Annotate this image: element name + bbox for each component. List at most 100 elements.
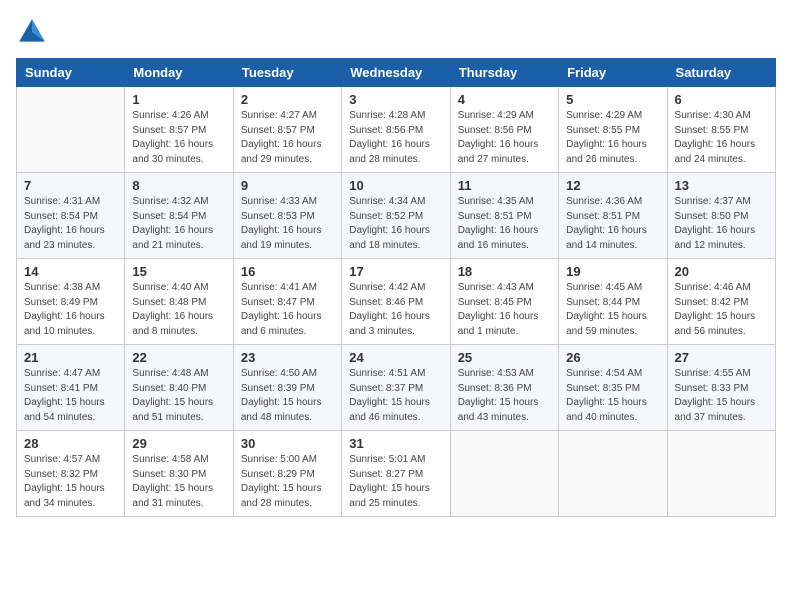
day-number: 6 (675, 92, 768, 107)
day-number: 26 (566, 350, 659, 365)
day-number: 22 (132, 350, 225, 365)
day-number: 4 (458, 92, 551, 107)
day-number: 19 (566, 264, 659, 279)
day-number: 30 (241, 436, 334, 451)
calendar-week-5: 28Sunrise: 4:57 AM Sunset: 8:32 PM Dayli… (17, 431, 776, 517)
day-number: 3 (349, 92, 442, 107)
calendar-cell: 25 Sunrise: 4:53 AM Sunset: 8:36 PM Dayli… (450, 345, 558, 431)
column-header-saturday: Saturday (667, 59, 775, 87)
day-number: 9 (241, 178, 334, 193)
day-number: 23 (241, 350, 334, 365)
day-number: 10 (349, 178, 442, 193)
day-info: Sunrise: 4:28 AM Sunset: 8:56 PM Dayligh… (349, 109, 442, 167)
day-info: Sunrise: 4:30 AM Sunset: 8:55 PM Dayligh… (675, 109, 768, 167)
calendar-cell: 18Sunrise: 4:43 AM Sunset: 8:45 PM Dayli… (450, 259, 558, 345)
day-info: Sunrise: 4:54 AM Sunset: 8:35 PM Dayligh… (566, 367, 659, 425)
column-header-monday: Monday (125, 59, 233, 87)
calendar-cell: 5 Sunrise: 4:29 AM Sunset: 8:55 PM Daylig… (559, 87, 667, 173)
calendar-cell: 1 Sunrise: 4:26 AM Sunset: 8:57 PM Daylig… (125, 87, 233, 173)
day-number: 27 (675, 350, 768, 365)
day-number: 5 (566, 92, 659, 107)
calendar-cell (559, 431, 667, 517)
calendar-cell: 16Sunrise: 4:41 AM Sunset: 8:47 PM Dayli… (233, 259, 341, 345)
calendar-cell: 17 Sunrise: 4:42 AM Sunset: 8:46 PM Dayli… (342, 259, 450, 345)
calendar-cell: 29 Sunrise: 4:58 AM Sunset: 8:30 PM Dayli… (125, 431, 233, 517)
column-header-tuesday: Tuesday (233, 59, 341, 87)
calendar-table: SundayMondayTuesdayWednesdayThursdayFrid… (16, 58, 776, 517)
calendar-cell: 26 Sunrise: 4:54 AM Sunset: 8:35 PM Dayli… (559, 345, 667, 431)
calendar-cell: 22 Sunrise: 4:48 AM Sunset: 8:40 PM Dayli… (125, 345, 233, 431)
day-number: 13 (675, 178, 768, 193)
calendar-cell: 13 Sunrise: 4:37 AM Sunset: 8:50 PM Dayli… (667, 173, 775, 259)
calendar-cell: 9 Sunrise: 4:33 AM Sunset: 8:53 PM Daylig… (233, 173, 341, 259)
day-info: Sunrise: 4:38 AM Sunset: 8:49 PM Dayligh… (24, 281, 117, 339)
day-number: 1 (132, 92, 225, 107)
day-info: Sunrise: 4:33 AM Sunset: 8:53 PM Dayligh… (241, 195, 334, 253)
day-info: Sunrise: 4:50 AM Sunset: 8:39 PM Dayligh… (241, 367, 334, 425)
calendar-cell: 10 Sunrise: 4:34 AM Sunset: 8:52 PM Dayli… (342, 173, 450, 259)
day-number: 17 (349, 264, 442, 279)
day-number: 15 (132, 264, 225, 279)
calendar-cell: 24 Sunrise: 4:51 AM Sunset: 8:37 PM Dayli… (342, 345, 450, 431)
day-number: 20 (675, 264, 768, 279)
calendar-cell: 14Sunrise: 4:38 AM Sunset: 8:49 PM Dayli… (17, 259, 125, 345)
calendar-cell: 21 Sunrise: 4:47 AM Sunset: 8:41 PM Dayli… (17, 345, 125, 431)
calendar-cell (17, 87, 125, 173)
day-info: Sunrise: 4:31 AM Sunset: 8:54 PM Dayligh… (24, 195, 117, 253)
column-header-friday: Friday (559, 59, 667, 87)
calendar-week-2: 7Sunrise: 4:31 AM Sunset: 8:54 PM Daylig… (17, 173, 776, 259)
calendar-cell: 30 Sunrise: 5:00 AM Sunset: 8:29 PM Dayli… (233, 431, 341, 517)
day-info: Sunrise: 4:48 AM Sunset: 8:40 PM Dayligh… (132, 367, 225, 425)
column-header-thursday: Thursday (450, 59, 558, 87)
day-info: Sunrise: 4:47 AM Sunset: 8:41 PM Dayligh… (24, 367, 117, 425)
column-header-sunday: Sunday (17, 59, 125, 87)
calendar-cell: 28Sunrise: 4:57 AM Sunset: 8:32 PM Dayli… (17, 431, 125, 517)
day-info: Sunrise: 4:41 AM Sunset: 8:47 PM Dayligh… (241, 281, 334, 339)
day-number: 25 (458, 350, 551, 365)
day-number: 8 (132, 178, 225, 193)
calendar-cell: 27 Sunrise: 4:55 AM Sunset: 8:33 PM Dayli… (667, 345, 775, 431)
day-info: Sunrise: 4:40 AM Sunset: 8:48 PM Dayligh… (132, 281, 225, 339)
day-number: 11 (458, 178, 551, 193)
day-info: Sunrise: 4:58 AM Sunset: 8:30 PM Dayligh… (132, 453, 225, 511)
day-info: Sunrise: 4:32 AM Sunset: 8:54 PM Dayligh… (132, 195, 225, 253)
day-info: Sunrise: 5:00 AM Sunset: 8:29 PM Dayligh… (241, 453, 334, 511)
day-info: Sunrise: 4:37 AM Sunset: 8:50 PM Dayligh… (675, 195, 768, 253)
day-number: 28 (24, 436, 117, 451)
calendar-cell: 8 Sunrise: 4:32 AM Sunset: 8:54 PM Daylig… (125, 173, 233, 259)
day-info: Sunrise: 4:51 AM Sunset: 8:37 PM Dayligh… (349, 367, 442, 425)
day-info: Sunrise: 4:53 AM Sunset: 8:36 PM Dayligh… (458, 367, 551, 425)
logo-icon (16, 16, 48, 48)
day-info: Sunrise: 4:29 AM Sunset: 8:56 PM Dayligh… (458, 109, 551, 167)
day-info: Sunrise: 5:01 AM Sunset: 8:27 PM Dayligh… (349, 453, 442, 511)
day-number: 21 (24, 350, 117, 365)
day-info: Sunrise: 4:34 AM Sunset: 8:52 PM Dayligh… (349, 195, 442, 253)
day-number: 31 (349, 436, 442, 451)
day-number: 29 (132, 436, 225, 451)
day-info: Sunrise: 4:26 AM Sunset: 8:57 PM Dayligh… (132, 109, 225, 167)
calendar-cell: 3 Sunrise: 4:28 AM Sunset: 8:56 PM Daylig… (342, 87, 450, 173)
column-header-wednesday: Wednesday (342, 59, 450, 87)
day-number: 2 (241, 92, 334, 107)
calendar-cell: 20 Sunrise: 4:46 AM Sunset: 8:42 PM Dayli… (667, 259, 775, 345)
calendar-week-1: 1 Sunrise: 4:26 AM Sunset: 8:57 PM Daylig… (17, 87, 776, 173)
day-info: Sunrise: 4:27 AM Sunset: 8:57 PM Dayligh… (241, 109, 334, 167)
day-info: Sunrise: 4:46 AM Sunset: 8:42 PM Dayligh… (675, 281, 768, 339)
calendar-cell: 2 Sunrise: 4:27 AM Sunset: 8:57 PM Daylig… (233, 87, 341, 173)
page-header (16, 16, 776, 48)
day-info: Sunrise: 4:29 AM Sunset: 8:55 PM Dayligh… (566, 109, 659, 167)
calendar-header-row: SundayMondayTuesdayWednesdayThursdayFrid… (17, 59, 776, 87)
calendar-cell: 23 Sunrise: 4:50 AM Sunset: 8:39 PM Dayli… (233, 345, 341, 431)
calendar-cell (667, 431, 775, 517)
logo (16, 16, 52, 48)
calendar-cell: 12Sunrise: 4:36 AM Sunset: 8:51 PM Dayli… (559, 173, 667, 259)
day-info: Sunrise: 4:45 AM Sunset: 8:44 PM Dayligh… (566, 281, 659, 339)
day-number: 24 (349, 350, 442, 365)
calendar-cell: 31 Sunrise: 5:01 AM Sunset: 8:27 PM Dayli… (342, 431, 450, 517)
day-info: Sunrise: 4:55 AM Sunset: 8:33 PM Dayligh… (675, 367, 768, 425)
calendar-cell: 7Sunrise: 4:31 AM Sunset: 8:54 PM Daylig… (17, 173, 125, 259)
calendar-cell: 4 Sunrise: 4:29 AM Sunset: 8:56 PM Daylig… (450, 87, 558, 173)
calendar-cell: 19 Sunrise: 4:45 AM Sunset: 8:44 PM Dayli… (559, 259, 667, 345)
day-info: Sunrise: 4:42 AM Sunset: 8:46 PM Dayligh… (349, 281, 442, 339)
calendar-cell: 11Sunrise: 4:35 AM Sunset: 8:51 PM Dayli… (450, 173, 558, 259)
